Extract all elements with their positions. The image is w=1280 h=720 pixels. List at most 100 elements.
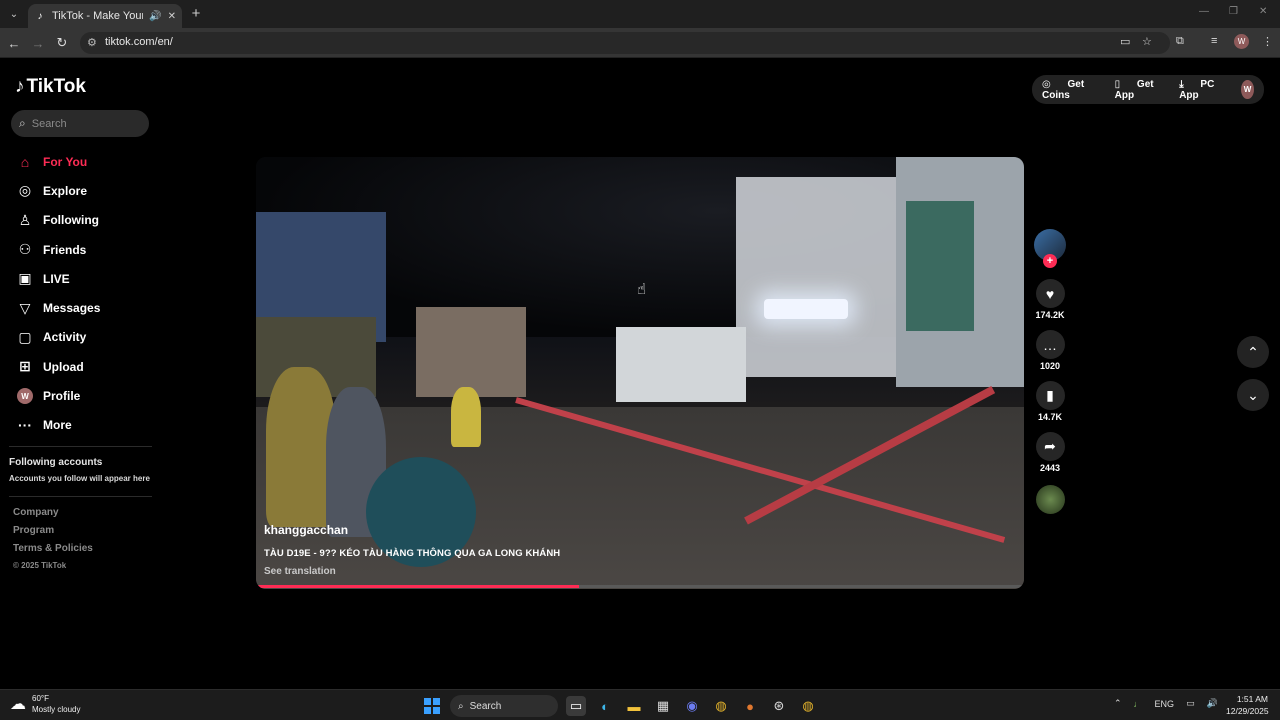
sidebar-item-label: Activity bbox=[43, 330, 87, 345]
like-action[interactable]: ♥ 174.2K bbox=[1034, 279, 1066, 320]
search-input[interactable]: ⌕ Search bbox=[11, 110, 149, 137]
logo-text: TikTok bbox=[26, 76, 86, 97]
upload-icon: ⊞ bbox=[19, 358, 31, 375]
reload-icon[interactable]: ↻ bbox=[54, 35, 70, 51]
extensions-icon[interactable]: ⧉ bbox=[1176, 35, 1184, 48]
browser-menu-icon[interactable]: ⋮ bbox=[1262, 35, 1273, 48]
bookmark-star-icon[interactable]: ☆ bbox=[1142, 35, 1152, 48]
tab-search-icon[interactable]: ⌄ bbox=[6, 6, 22, 22]
address-bar[interactable]: ⚙ tiktok.com/en/ ▭ ☆ bbox=[80, 32, 1170, 54]
chrome-icon[interactable]: ◍ bbox=[711, 696, 731, 716]
speaker-icon[interactable]: 🔊 bbox=[149, 11, 161, 22]
chrome-profile-icon[interactable]: ◍ bbox=[798, 696, 818, 716]
sidebar-item-activity[interactable]: ▢ Activity bbox=[16, 323, 156, 352]
friends-icon: ⚇ bbox=[18, 241, 32, 258]
music-disc-icon[interactable] bbox=[1035, 485, 1065, 514]
edge-icon[interactable]: ◐ bbox=[595, 696, 615, 716]
back-icon[interactable]: ← bbox=[6, 35, 22, 51]
tiktok-logo[interactable]: ♪ TikTok bbox=[15, 76, 86, 98]
previous-video-chevron-up-icon[interactable]: ⌃ bbox=[1237, 336, 1269, 368]
sidebar-item-friends[interactable]: ⚇ Friends bbox=[16, 235, 156, 264]
sidebar-item-label: More bbox=[43, 418, 72, 433]
video-progress-bar[interactable] bbox=[256, 585, 1024, 588]
sidebar-divider bbox=[9, 496, 152, 497]
footer-link-program[interactable]: Program bbox=[13, 525, 93, 543]
comment-icon[interactable]: … bbox=[1035, 330, 1065, 359]
comment-action[interactable]: … 1020 bbox=[1034, 330, 1066, 371]
minimize-icon[interactable]: — bbox=[1199, 6, 1209, 17]
sidebar-item-following[interactable]: ♙ Following bbox=[16, 206, 156, 235]
video-frame-building bbox=[736, 177, 906, 377]
browser-toolbar: ← → ↻ ⚙ tiktok.com/en/ ▭ ☆ ⧉ ≡ W ⋮ bbox=[0, 28, 1280, 58]
video-player[interactable]: khanggacchan TÀU D19E - 9?? KÉO TÀU HÀNG… bbox=[256, 157, 1024, 589]
sidebar-item-label: Profile bbox=[43, 389, 81, 404]
following-accounts-title: Following accounts bbox=[9, 457, 103, 468]
install-app-icon[interactable]: ▭ bbox=[1120, 35, 1130, 48]
user-avatar[interactable]: W bbox=[1241, 80, 1254, 99]
mic-icon[interactable]: ♩ bbox=[1134, 699, 1143, 709]
tiktok-favicon-icon: ♪ bbox=[37, 10, 43, 22]
video-username[interactable]: khanggacchan bbox=[264, 523, 348, 537]
microphone-app-icon[interactable]: ● bbox=[740, 696, 760, 716]
activity-icon: ▢ bbox=[18, 328, 32, 345]
creator-avatar[interactable]: + bbox=[1034, 229, 1066, 268]
close-tab-icon[interactable]: ✕ bbox=[168, 11, 176, 22]
sidebar-divider bbox=[9, 446, 152, 447]
sidebar-item-more[interactable]: ··· More bbox=[16, 411, 156, 440]
sidebar-item-label: Following bbox=[43, 213, 99, 228]
next-video-chevron-down-icon[interactable]: ⌄ bbox=[1237, 379, 1269, 411]
file-explorer-icon[interactable]: ▬ bbox=[624, 696, 644, 716]
discord-icon[interactable]: ◉ bbox=[682, 696, 702, 716]
steam-icon[interactable]: ⊛ bbox=[769, 696, 789, 716]
clock-date: 12/29/2025 bbox=[1226, 706, 1269, 716]
pc-app-button[interactable]: ⤓ PC App bbox=[1179, 79, 1227, 101]
volume-icon[interactable]: 🔊 bbox=[1207, 698, 1218, 709]
see-translation-link[interactable]: See translation bbox=[264, 566, 336, 577]
forward-icon[interactable]: → bbox=[30, 35, 46, 51]
chevron-up-icon[interactable]: ⌃ bbox=[1114, 698, 1122, 709]
sidebar-item-messages[interactable]: ▽ Messages bbox=[16, 293, 156, 322]
footer-link-company[interactable]: Company bbox=[13, 507, 93, 525]
new-tab-button[interactable]: + bbox=[188, 5, 204, 22]
follow-plus-icon[interactable]: + bbox=[1043, 254, 1057, 268]
footer-link-terms[interactable]: Terms & Policies bbox=[13, 543, 93, 561]
save-action[interactable]: ▮ 14.7K bbox=[1034, 381, 1066, 422]
get-app-button[interactable]: ▯ Get App bbox=[1115, 79, 1166, 101]
sidebar-item-label: LIVE bbox=[43, 271, 70, 286]
taskbar-search[interactable]: ⌕ Search bbox=[450, 695, 558, 717]
top-actions-bar: ◎ Get Coins ▯ Get App ⤓ PC App W bbox=[1032, 75, 1264, 104]
store-icon[interactable]: ▦ bbox=[653, 696, 673, 716]
share-icon[interactable]: ➦ bbox=[1035, 432, 1065, 461]
sidebar-item-upload[interactable]: ⊞ Upload bbox=[16, 352, 156, 381]
get-coins-button[interactable]: ◎ Get Coins bbox=[1042, 79, 1101, 101]
weather-widget[interactable]: ☁ 60°F Mostly cloudy bbox=[10, 693, 80, 715]
url-text: tiktok.com/en/ bbox=[105, 36, 173, 48]
sidebar-item-explore[interactable]: ◎ Explore bbox=[16, 176, 156, 205]
site-info-icon[interactable]: ⚙ bbox=[87, 36, 97, 49]
save-count: 14.7K bbox=[1037, 412, 1063, 422]
comment-count: 1020 bbox=[1039, 361, 1061, 371]
reading-list-icon[interactable]: ≡ bbox=[1211, 35, 1217, 47]
share-count: 2443 bbox=[1039, 463, 1061, 473]
sidebar-item-live[interactable]: ▣ LIVE bbox=[16, 264, 156, 293]
windows-start-icon[interactable] bbox=[424, 698, 440, 714]
heart-icon[interactable]: ♥ bbox=[1035, 279, 1065, 308]
close-window-icon[interactable]: ✕ bbox=[1259, 6, 1267, 17]
share-action[interactable]: ➦ 2443 bbox=[1034, 432, 1066, 473]
sidebar-item-for-you[interactable]: ⌂ For You bbox=[16, 147, 156, 176]
browser-tab[interactable]: ♪ TikTok - Make Your Day 🔊 ✕ bbox=[28, 4, 182, 28]
profile-avatar: W bbox=[16, 387, 34, 405]
live-icon: ▣ bbox=[18, 270, 32, 287]
sidebar-nav: ⌂ For You ◎ Explore ♙ Following ⚇ Friend… bbox=[16, 147, 156, 440]
sidebar-item-profile[interactable]: W Profile bbox=[16, 381, 156, 410]
tab-title: TikTok - Make Your Day bbox=[52, 10, 144, 22]
taskbar-clock[interactable]: 1:51 AM 12/29/2025 bbox=[1226, 693, 1269, 717]
task-view-icon[interactable]: ▭ bbox=[566, 696, 586, 716]
language-indicator[interactable]: ENG bbox=[1155, 699, 1175, 709]
browser-profile-avatar[interactable]: W bbox=[1234, 34, 1249, 49]
maximize-icon[interactable]: ❐ bbox=[1229, 6, 1238, 17]
sidebar-item-label: For You bbox=[43, 154, 88, 169]
video-progress-fill bbox=[256, 585, 579, 588]
bookmark-icon[interactable]: ▮ bbox=[1035, 381, 1065, 410]
network-icon[interactable]: ▭ bbox=[1186, 698, 1195, 709]
